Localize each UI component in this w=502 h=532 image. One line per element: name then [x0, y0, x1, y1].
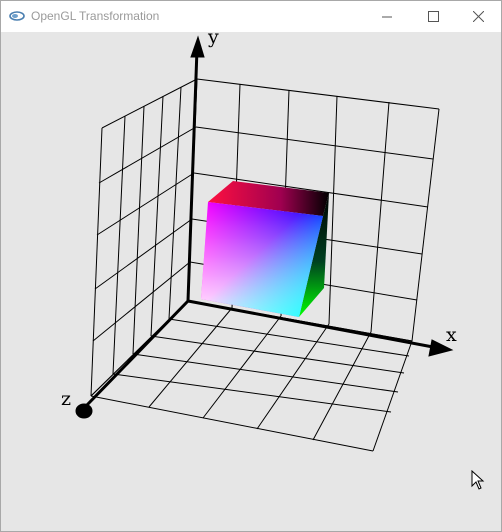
color-cube: [201, 181, 329, 317]
x-axis-label: x: [446, 324, 457, 346]
app-window: OpenGL Transformation y x z: [0, 0, 502, 532]
y-axis-label: y: [207, 26, 219, 48]
grid-floor: [90, 300, 413, 452]
x-axis: [187, 299, 434, 349]
z-axis-label: z: [61, 388, 71, 410]
y-axis-arrowhead: [190, 35, 205, 58]
opengl-canvas[interactable]: y x z: [1, 26, 501, 531]
z-axis: [85, 299, 190, 407]
arrow-cursor-icon: [471, 469, 485, 495]
scene-3d: y x z: [61, 26, 457, 452]
z-axis-arrowhead: [75, 403, 93, 419]
